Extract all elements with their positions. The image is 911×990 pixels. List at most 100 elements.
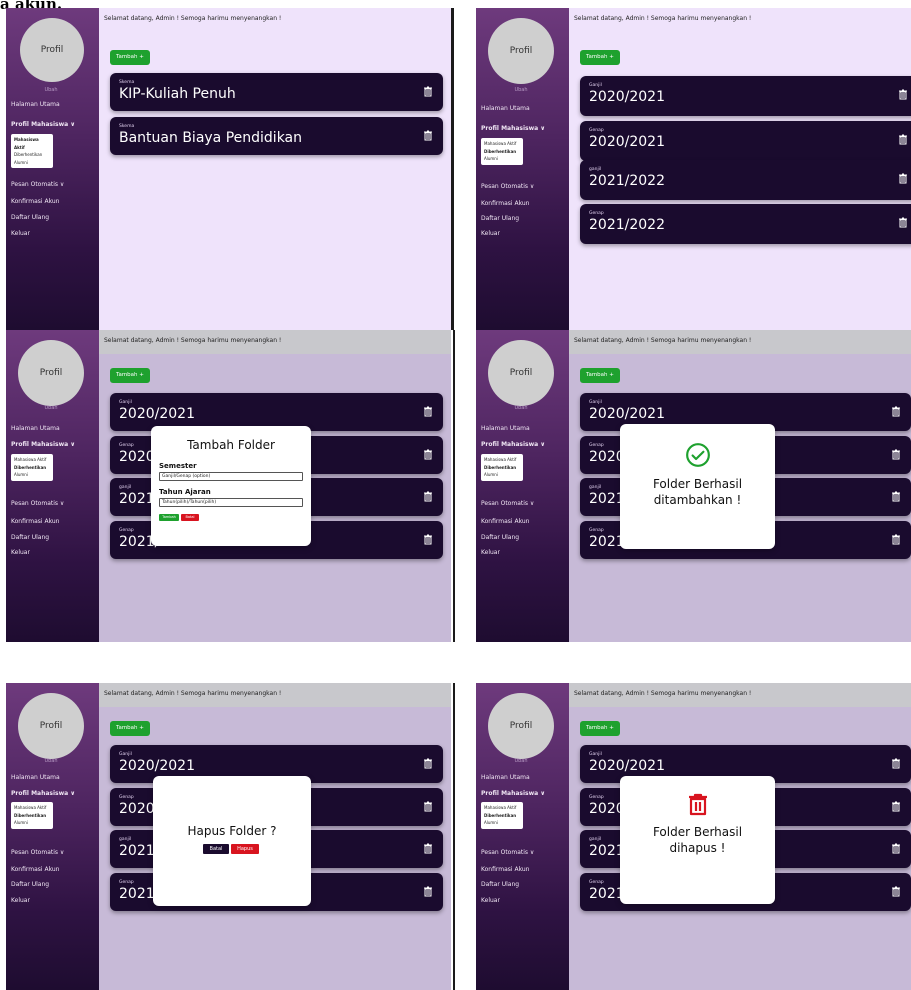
- submenu-item-alumni[interactable]: Alumni: [14, 471, 50, 479]
- sidebar-item-confirm-account[interactable]: Konfirmasi Akun: [481, 518, 529, 526]
- trash-icon[interactable]: [891, 406, 901, 417]
- change-profile-link[interactable]: Ubah: [476, 758, 566, 764]
- submenu-item-dismissed[interactable]: Diberhentikan: [484, 464, 520, 472]
- trash-icon[interactable]: [423, 886, 433, 897]
- sidebar-item-home[interactable]: Halaman Utama: [11, 425, 60, 433]
- sidebar-item-logout[interactable]: Keluar: [481, 549, 500, 557]
- sidebar-item-auto-message[interactable]: Pesan Otomatis ∨: [11, 181, 64, 189]
- sidebar-item-auto-message[interactable]: Pesan Otomatis ∨: [481, 849, 534, 857]
- scheme-card[interactable]: Skema KIP-Kuliah Penuh: [110, 73, 443, 111]
- submenu-item-dismissed[interactable]: Diberhentikan: [484, 148, 520, 156]
- sidebar-item-logout[interactable]: Keluar: [481, 897, 500, 905]
- trash-icon[interactable]: [423, 534, 433, 545]
- cancel-button[interactable]: Batal: [203, 844, 229, 854]
- submenu-item-alumni[interactable]: Alumni: [14, 819, 50, 827]
- add-button[interactable]: Tambah +: [110, 368, 150, 383]
- trash-icon[interactable]: [891, 449, 901, 460]
- sidebar-item-re-register[interactable]: Daftar Ulang: [481, 881, 519, 889]
- trash-icon[interactable]: [423, 491, 433, 502]
- trash-icon[interactable]: [898, 89, 908, 100]
- semester-card[interactable]: Genap 2020/2021: [580, 121, 911, 161]
- sidebar-item-student-profile[interactable]: Profil Mahasiswa ∨: [11, 121, 75, 129]
- sidebar-item-student-profile[interactable]: Profil Mahasiswa ∨: [11, 441, 75, 449]
- trash-icon[interactable]: [891, 758, 901, 769]
- change-profile-link[interactable]: Ubah: [6, 758, 96, 764]
- sidebar-item-logout[interactable]: Keluar: [481, 230, 500, 238]
- submenu-item-active[interactable]: Mahasiswa Aktif: [14, 136, 50, 151]
- sidebar-item-confirm-account[interactable]: Konfirmasi Akun: [481, 200, 529, 208]
- change-profile-link[interactable]: Ubah: [476, 87, 566, 93]
- trash-icon[interactable]: [423, 86, 433, 97]
- year-select[interactable]: Tahun(pilih)/Tahun(pilih): [159, 498, 303, 507]
- trash-icon[interactable]: [423, 449, 433, 460]
- add-button[interactable]: Tambah +: [110, 721, 150, 736]
- sidebar-item-auto-message[interactable]: Pesan Otomatis ∨: [11, 849, 64, 857]
- trash-icon[interactable]: [898, 134, 908, 145]
- submenu-item-active[interactable]: Mahasiswa Aktif: [14, 804, 50, 812]
- trash-icon[interactable]: [423, 843, 433, 854]
- avatar[interactable]: Profil: [18, 340, 84, 406]
- sidebar-item-student-profile[interactable]: Profil Mahasiswa ∨: [481, 790, 545, 798]
- submenu-item-alumni[interactable]: Alumni: [484, 819, 520, 827]
- submenu-item-dismissed[interactable]: Diberhentikan: [14, 464, 50, 472]
- submenu-item-active[interactable]: Mahasiswa Aktif: [14, 456, 50, 464]
- sidebar-item-student-profile[interactable]: Profil Mahasiswa ∨: [481, 441, 545, 449]
- sidebar-item-re-register[interactable]: Daftar Ulang: [481, 534, 519, 542]
- sidebar-item-logout[interactable]: Keluar: [11, 230, 30, 238]
- trash-icon[interactable]: [423, 758, 433, 769]
- avatar[interactable]: Profil: [488, 18, 554, 84]
- sidebar-item-auto-message[interactable]: Pesan Otomatis ∨: [11, 500, 64, 508]
- trash-icon[interactable]: [891, 843, 901, 854]
- trash-icon[interactable]: [423, 130, 433, 141]
- semester-card[interactable]: Ganjil 2020/2021: [580, 76, 911, 116]
- trash-icon[interactable]: [898, 217, 908, 228]
- add-button[interactable]: Tambah +: [580, 721, 620, 736]
- semester-card[interactable]: ganjil 2021/2022: [580, 160, 911, 200]
- submenu-item-alumni[interactable]: Alumni: [14, 159, 50, 167]
- sidebar-item-re-register[interactable]: Daftar Ulang: [11, 534, 49, 542]
- sidebar-item-confirm-account[interactable]: Konfirmasi Akun: [481, 866, 529, 874]
- submenu-item-dismissed[interactable]: Diberhentikan: [484, 812, 520, 820]
- delete-button[interactable]: Hapus: [231, 844, 259, 854]
- sidebar-item-home[interactable]: Halaman Utama: [481, 425, 530, 433]
- trash-icon[interactable]: [898, 173, 908, 184]
- change-profile-link[interactable]: Ubah: [476, 405, 566, 411]
- sidebar-item-student-profile[interactable]: Profil Mahasiswa ∨: [481, 125, 545, 133]
- sidebar-item-confirm-account[interactable]: Konfirmasi Akun: [11, 866, 59, 874]
- trash-icon[interactable]: [891, 491, 901, 502]
- sidebar-item-home[interactable]: Halaman Utama: [11, 774, 60, 782]
- sidebar-item-re-register[interactable]: Daftar Ulang: [11, 214, 49, 222]
- submenu-item-active[interactable]: Mahasiswa Aktif: [484, 456, 520, 464]
- trash-icon[interactable]: [891, 886, 901, 897]
- submit-button[interactable]: Tambah: [159, 514, 179, 521]
- add-button[interactable]: Tambah +: [580, 368, 620, 383]
- scheme-card[interactable]: Skema Bantuan Biaya Pendidikan: [110, 117, 443, 155]
- sidebar-item-auto-message[interactable]: Pesan Otomatis ∨: [481, 183, 534, 191]
- change-profile-link[interactable]: Ubah: [6, 405, 96, 411]
- semester-select[interactable]: Ganjil/Genap (option): [159, 472, 303, 481]
- sidebar-item-home[interactable]: Halaman Utama: [11, 101, 60, 109]
- sidebar-item-re-register[interactable]: Daftar Ulang: [481, 215, 519, 223]
- change-profile-link[interactable]: Ubah: [6, 87, 96, 93]
- avatar[interactable]: Profil: [20, 18, 84, 82]
- sidebar-item-logout[interactable]: Keluar: [11, 897, 30, 905]
- avatar[interactable]: Profil: [488, 340, 554, 406]
- trash-icon[interactable]: [891, 801, 901, 812]
- semester-card[interactable]: Genap 2021/2022: [580, 204, 911, 244]
- sidebar-item-confirm-account[interactable]: Konfirmasi Akun: [11, 518, 59, 526]
- submenu-item-active[interactable]: Mahasiswa Aktif: [484, 140, 520, 148]
- avatar[interactable]: Profil: [18, 693, 84, 759]
- sidebar-item-home[interactable]: Halaman Utama: [481, 105, 530, 113]
- sidebar-item-home[interactable]: Halaman Utama: [481, 774, 530, 782]
- sidebar-item-confirm-account[interactable]: Konfirmasi Akun: [11, 198, 59, 206]
- submenu-item-active[interactable]: Mahasiswa Aktif: [484, 804, 520, 812]
- add-button[interactable]: Tambah +: [580, 50, 620, 65]
- trash-icon[interactable]: [423, 801, 433, 812]
- submenu-item-alumni[interactable]: Alumni: [484, 471, 520, 479]
- cancel-button[interactable]: Batal: [181, 514, 199, 521]
- sidebar-item-logout[interactable]: Keluar: [11, 549, 30, 557]
- sidebar-item-student-profile[interactable]: Profil Mahasiswa ∨: [11, 790, 75, 798]
- sidebar-item-auto-message[interactable]: Pesan Otomatis ∨: [481, 500, 534, 508]
- submenu-item-dismissed[interactable]: Diberhentikan: [14, 812, 50, 820]
- sidebar-item-re-register[interactable]: Daftar Ulang: [11, 881, 49, 889]
